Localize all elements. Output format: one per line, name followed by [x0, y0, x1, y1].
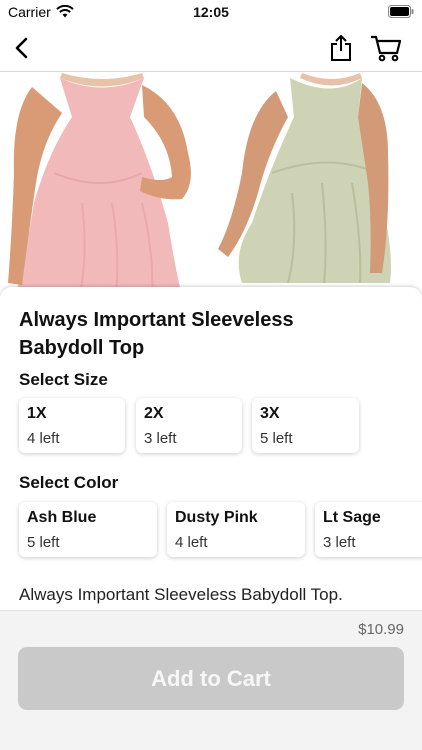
- cart-icon: [371, 35, 402, 62]
- status-bar: Carrier 12:05: [0, 0, 422, 24]
- color-option-name: Ash Blue: [27, 509, 97, 526]
- clock: 12:05: [193, 4, 229, 20]
- size-option-name: 2X: [144, 405, 164, 422]
- size-option-2x[interactable]: 2X 3 left: [136, 398, 242, 453]
- size-option-stock: 4 left: [27, 430, 60, 447]
- product-price: $10.99: [358, 621, 404, 638]
- share-button[interactable]: [324, 30, 358, 66]
- pink-top-photo: [0, 73, 216, 295]
- color-option-lt-sage[interactable]: Lt Sage 3 left: [315, 502, 422, 557]
- size-option-name: 1X: [27, 405, 47, 422]
- size-option-name: 3X: [260, 405, 280, 422]
- navigation-bar: [0, 24, 422, 72]
- product-detail-sheet: Always Important Sleeveless Babydoll Top…: [0, 287, 422, 622]
- size-option-stock: 5 left: [260, 430, 293, 447]
- size-option-stock: 3 left: [144, 430, 177, 447]
- back-button[interactable]: [6, 32, 38, 64]
- color-option-stock: 5 left: [27, 534, 60, 551]
- back-chevron-icon: [15, 37, 28, 59]
- select-color-heading: Select Color: [19, 473, 119, 492]
- product-image-gallery[interactable]: [0, 73, 422, 295]
- color-option-stock: 3 left: [323, 534, 356, 551]
- color-option-ash-blue[interactable]: Ash Blue 5 left: [19, 502, 157, 557]
- color-option-dusty-pink[interactable]: Dusty Pink 4 left: [167, 502, 305, 557]
- product-description: Always Important Sleeveless Babydoll Top…: [19, 585, 343, 604]
- add-to-cart-button[interactable]: Add to Cart: [18, 647, 404, 710]
- cart-button[interactable]: [366, 30, 406, 66]
- product-title: Always Important Sleeveless Babydoll Top: [19, 309, 294, 359]
- sage-top-photo: [212, 73, 422, 295]
- size-option-1x[interactable]: 1X 4 left: [19, 398, 125, 453]
- color-option-name: Dusty Pink: [175, 509, 258, 526]
- color-option-stock: 4 left: [175, 534, 208, 551]
- battery-icon: [388, 5, 414, 18]
- color-option-name: Lt Sage: [323, 509, 381, 526]
- select-size-heading: Select Size: [19, 370, 108, 389]
- share-icon: [331, 35, 351, 61]
- size-option-3x[interactable]: 3X 5 left: [252, 398, 359, 453]
- checkout-footer: $10.99 Add to Cart: [0, 610, 422, 750]
